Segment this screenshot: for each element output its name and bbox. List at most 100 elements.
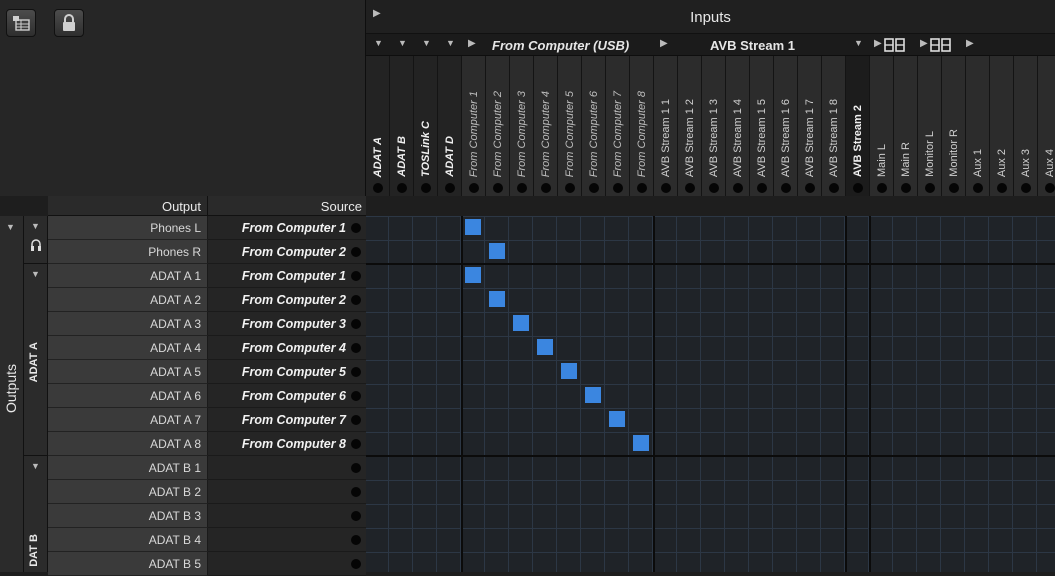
route-cell-active[interactable] xyxy=(609,411,625,427)
group-phones: ▼ xyxy=(24,216,48,264)
input-dot-icon xyxy=(973,183,983,193)
output-source[interactable]: From Computer 5 xyxy=(208,360,366,384)
output-name: ADAT A 4 xyxy=(48,336,208,360)
output-name: ADAT B 2 xyxy=(48,480,208,504)
output-name: ADAT A 1 xyxy=(48,264,208,288)
input-column-17[interactable]: AVB Stream 1 5 xyxy=(750,56,774,196)
input-column-12[interactable]: From Computer 8 xyxy=(630,56,654,196)
output-source[interactable]: From Computer 2 xyxy=(208,288,366,312)
input-column-28[interactable]: Aux 3 xyxy=(1014,56,1038,196)
input-column-26[interactable]: Aux 1 xyxy=(966,56,990,196)
output-source[interactable]: From Computer 4 xyxy=(208,336,366,360)
input-column-27[interactable]: Aux 2 xyxy=(990,56,1014,196)
source-column-header: Source xyxy=(208,196,366,216)
input-column-15[interactable]: AVB Stream 1 3 xyxy=(702,56,726,196)
collapse-adat-a-icon[interactable]: ▼ xyxy=(374,38,383,48)
collapse-adat-b-icon[interactable]: ▼ xyxy=(398,38,407,48)
input-dot-icon xyxy=(493,183,503,193)
input-column-label: AVB Stream 1 8 xyxy=(828,99,840,177)
output-source[interactable]: From Computer 6 xyxy=(208,384,366,408)
routing-matrix[interactable] xyxy=(366,216,1055,572)
output-dot-icon xyxy=(351,487,361,497)
input-column-14[interactable]: AVB Stream 1 2 xyxy=(678,56,702,196)
expand-aux-icon[interactable]: ▶ xyxy=(966,38,974,49)
input-column-6[interactable]: From Computer 2 xyxy=(486,56,510,196)
matrix-view-button[interactable] xyxy=(6,9,36,37)
input-column-22[interactable]: Main L xyxy=(870,56,894,196)
route-cell-active[interactable] xyxy=(465,267,481,283)
grid-group-separator xyxy=(461,216,463,572)
output-source[interactable] xyxy=(208,552,366,576)
expand-main-icon[interactable]: ▶ xyxy=(874,38,882,49)
route-cell-active[interactable] xyxy=(633,435,649,451)
route-cell-active[interactable] xyxy=(465,219,481,235)
group-from-computer-usb[interactable]: From Computer (USB) xyxy=(492,34,629,56)
output-source[interactable] xyxy=(208,528,366,552)
input-column-19[interactable]: AVB Stream 1 7 xyxy=(798,56,822,196)
collapse-adat-a-rows-icon[interactable]: ▼ xyxy=(31,269,40,279)
output-source[interactable]: From Computer 7 xyxy=(208,408,366,432)
expand-monitor-icon[interactable]: ▶ xyxy=(920,38,928,49)
route-cell-active[interactable] xyxy=(537,339,553,355)
input-column-label: ADAT B xyxy=(396,136,408,177)
collapse-phones-icon[interactable]: ▼ xyxy=(31,221,40,231)
collapse-outputs-icon[interactable]: ▼ xyxy=(6,222,15,232)
route-cell-active[interactable] xyxy=(561,363,577,379)
output-header-label: Output xyxy=(162,199,201,214)
expand-avb-icon[interactable]: ▶ xyxy=(660,38,668,49)
input-column-23[interactable]: Main R xyxy=(894,56,918,196)
input-column-29[interactable]: Aux 4 xyxy=(1038,56,1055,196)
route-cell-active[interactable] xyxy=(489,291,505,307)
input-column-16[interactable]: AVB Stream 1 4 xyxy=(726,56,750,196)
output-dot-icon xyxy=(351,319,361,329)
input-column-4[interactable]: ADAT D xyxy=(438,56,462,196)
output-source[interactable]: From Computer 8 xyxy=(208,432,366,456)
output-source[interactable] xyxy=(208,504,366,528)
output-source-label: From Computer 4 xyxy=(242,341,346,355)
input-column-1[interactable]: ADAT A xyxy=(366,56,390,196)
input-column-21[interactable]: AVB Stream 2 xyxy=(846,56,870,196)
input-dot-icon xyxy=(637,183,647,193)
input-columns: ADAT AADAT BTOSLink CADAT DFrom Computer… xyxy=(366,56,1055,196)
output-source[interactable]: From Computer 1 xyxy=(208,216,366,240)
input-column-8[interactable]: From Computer 4 xyxy=(534,56,558,196)
input-column-24[interactable]: Monitor L xyxy=(918,56,942,196)
input-column-13[interactable]: AVB Stream 1 1 xyxy=(654,56,678,196)
input-column-label: From Computer 4 xyxy=(540,91,552,177)
grid-row-separator xyxy=(366,455,1055,457)
input-column-2[interactable]: ADAT B xyxy=(390,56,414,196)
output-source[interactable]: From Computer 3 xyxy=(208,312,366,336)
lock-button[interactable] xyxy=(54,9,84,37)
collapse-avb2-icon[interactable]: ▼ xyxy=(854,38,863,48)
output-source[interactable] xyxy=(208,480,366,504)
input-column-9[interactable]: From Computer 5 xyxy=(558,56,582,196)
input-column-5[interactable]: From Computer 1 xyxy=(462,56,486,196)
expand-usb-icon[interactable]: ▶ xyxy=(468,38,476,49)
collapse-adat-b-rows-icon[interactable]: ▼ xyxy=(31,461,40,471)
input-dot-icon xyxy=(661,183,671,193)
group-avb-stream-1[interactable]: AVB Stream 1 xyxy=(710,34,795,56)
input-column-label: Aux 3 xyxy=(1020,149,1032,177)
input-dot-icon xyxy=(373,183,383,193)
input-column-20[interactable]: AVB Stream 1 8 xyxy=(822,56,846,196)
input-column-label: Main L xyxy=(876,144,888,177)
collapse-adat-d-icon[interactable]: ▼ xyxy=(446,38,455,48)
input-column-3[interactable]: TOSLink C xyxy=(414,56,438,196)
collapse-toslink-icon[interactable]: ▼ xyxy=(422,38,431,48)
output-dot-icon xyxy=(351,511,361,521)
input-column-25[interactable]: Monitor R xyxy=(942,56,966,196)
output-source-label: From Computer 5 xyxy=(242,365,346,379)
output-source[interactable]: From Computer 1 xyxy=(208,264,366,288)
input-column-11[interactable]: From Computer 7 xyxy=(606,56,630,196)
input-column-7[interactable]: From Computer 3 xyxy=(510,56,534,196)
route-cell-active[interactable] xyxy=(489,243,505,259)
input-dot-icon xyxy=(1021,183,1031,193)
input-column-18[interactable]: AVB Stream 1 6 xyxy=(774,56,798,196)
output-source[interactable]: From Computer 2 xyxy=(208,240,366,264)
output-source-label: From Computer 8 xyxy=(242,437,346,451)
input-column-10[interactable]: From Computer 6 xyxy=(582,56,606,196)
route-cell-active[interactable] xyxy=(585,387,601,403)
route-cell-active[interactable] xyxy=(513,315,529,331)
output-source[interactable] xyxy=(208,456,366,480)
output-name: ADAT B 4 xyxy=(48,528,208,552)
